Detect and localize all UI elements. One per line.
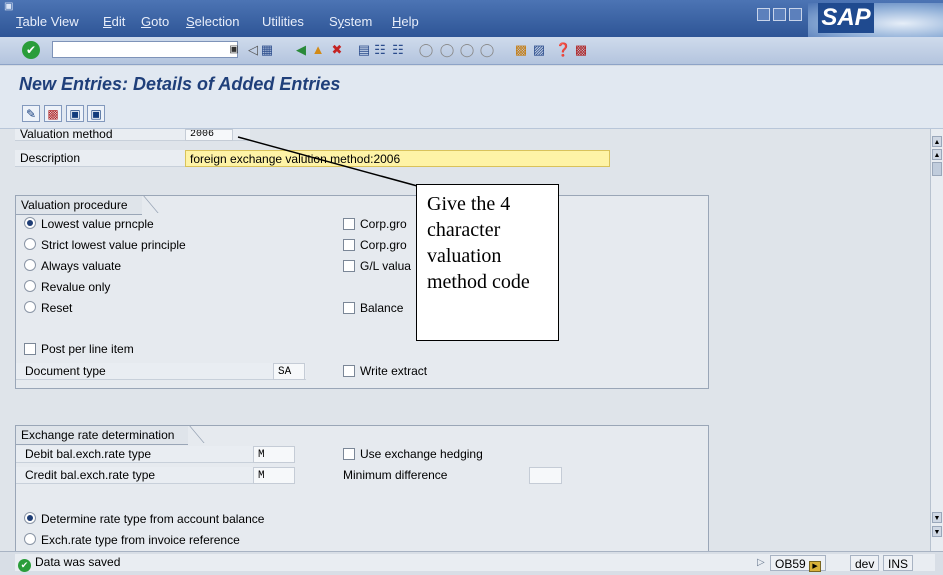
scroll-thumb[interactable] bbox=[932, 162, 942, 176]
scroll-top-icon[interactable]: ▲ bbox=[932, 136, 942, 147]
status-system: dev bbox=[850, 555, 880, 571]
success-check-icon: ✔ bbox=[18, 559, 31, 572]
status-bar: ✔ Data was saved ▷ OB59 ▶ dev INS bbox=[0, 551, 943, 575]
session-info-icon[interactable]: ▶ bbox=[809, 561, 822, 572]
scroll-down-icon[interactable]: ▼ bbox=[932, 512, 942, 523]
status-toggle-icon[interactable]: ▷ bbox=[757, 557, 765, 568]
callout-line bbox=[237, 136, 433, 191]
status-transaction-text: OB59 bbox=[775, 557, 806, 571]
callout-box: Give the 4 character valuation method co… bbox=[416, 184, 559, 341]
callout-text: Give the 4 character valuation method co… bbox=[427, 193, 530, 293]
scroll-up-icon[interactable]: ▲ bbox=[932, 149, 942, 160]
scroll-bottom-icon[interactable]: ▼ bbox=[932, 526, 942, 537]
status-message: Data was saved bbox=[35, 555, 121, 569]
status-transaction: OB59 ▶ bbox=[770, 555, 827, 572]
status-mode[interactable]: INS bbox=[883, 555, 914, 571]
vertical-scrollbar[interactable]: ▲ ▲ ▼ ▼ bbox=[930, 129, 943, 551]
